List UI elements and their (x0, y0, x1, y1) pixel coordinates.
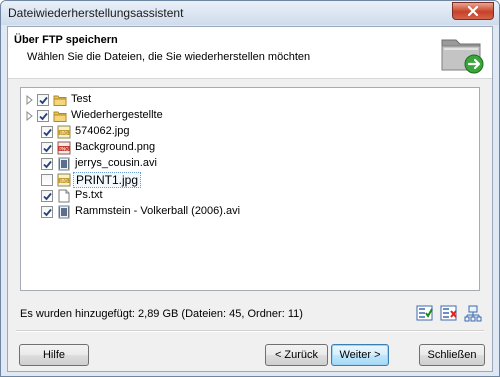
expand-arrow-icon[interactable] (26, 111, 34, 121)
tree-checkbox[interactable] (41, 190, 53, 202)
checkmark-icon (43, 128, 52, 137)
tree-row-folder[interactable]: Test (21, 92, 321, 108)
tree-row-file-selected[interactable]: JPG PRINT1.jpg (21, 172, 321, 188)
svg-text:PNG: PNG (59, 146, 69, 152)
page-subtitle: Wählen Sie die Dateien, die Sie wiederhe… (27, 51, 311, 63)
folder-icon (53, 111, 67, 122)
status-text: Es wurden hinzugefügt: 2,89 GB (Dateien:… (20, 308, 303, 320)
filter-icon[interactable] (464, 305, 482, 322)
tree-item-label: Wiederhergestellte (71, 109, 163, 121)
tree-row-file[interactable]: JPG 574062.jpg (21, 124, 321, 140)
title-bar[interactable]: Dateiwiederherstellungsassistent (1, 1, 499, 25)
tree-checkbox[interactable] (41, 206, 53, 218)
next-button[interactable]: Weiter > (331, 344, 389, 366)
svg-text:JPG: JPG (59, 130, 68, 136)
page-title: Über FTP speichern (14, 34, 118, 46)
folder-icon (53, 95, 67, 106)
tree-item-label: PRINT1.jpg (73, 172, 142, 188)
tree-row-file[interactable]: Rammstein - Volkerball (2006).avi (21, 204, 321, 220)
file-tree[interactable]: Test Wiederhergestellte JPG 574062.jpg P… (20, 87, 480, 291)
checkmark-icon (43, 144, 52, 153)
tree-row-file[interactable]: Ps.txt (21, 188, 321, 204)
tree-checkbox[interactable] (41, 142, 53, 154)
tree-row-file[interactable]: PNG Background.png (21, 140, 321, 156)
wizard-body: Über FTP speichern Wählen Sie die Dateie… (7, 26, 493, 372)
close-icon (467, 5, 479, 17)
window-close-button[interactable] (452, 2, 494, 20)
check-all-icon[interactable] (416, 305, 434, 322)
checkmark-icon (39, 96, 48, 105)
tree-item-label: Rammstein - Volkerball (2006).avi (75, 205, 241, 217)
tree-row-folder[interactable]: Wiederhergestellte (21, 108, 321, 124)
tree-checkbox[interactable] (41, 126, 53, 138)
window-title: Dateiwiederherstellungsassistent (8, 6, 184, 20)
tree-checkbox[interactable] (41, 158, 53, 170)
checkmark-icon (43, 208, 52, 217)
tree-item-label: jerrys_cousin.avi (75, 157, 157, 169)
png-file-icon: PNG (57, 141, 71, 155)
uncheck-all-icon[interactable] (440, 305, 458, 322)
checkmark-icon (43, 192, 52, 201)
back-button[interactable]: < Zurück (265, 344, 328, 366)
ftp-folder-icon (441, 39, 484, 74)
svg-text:JPG: JPG (59, 178, 68, 184)
tree-checkbox[interactable] (37, 110, 49, 122)
video-file-icon (58, 205, 70, 219)
footer-divider (16, 330, 484, 332)
tree-item-label: 574062.jpg (75, 125, 130, 137)
jpg-file-icon: JPG (57, 173, 71, 187)
wizard-window: Dateiwiederherstellungsassistent Über FT… (0, 0, 500, 377)
tree-item-label: Ps.txt (75, 189, 103, 201)
close-button[interactable]: Schließen (419, 344, 485, 366)
checkmark-icon (43, 160, 52, 169)
tree-item-label: Test (71, 93, 92, 105)
tree-checkbox[interactable] (41, 174, 53, 186)
expand-arrow-icon[interactable] (26, 95, 34, 105)
tree-item-label: Background.png (75, 141, 156, 153)
video-file-icon (58, 157, 70, 171)
tree-checkbox[interactable] (37, 94, 49, 106)
text-file-icon (58, 189, 70, 203)
jpg-file-icon: JPG (57, 125, 71, 139)
wizard-header: Über FTP speichern Wählen Sie die Dateie… (8, 27, 492, 79)
help-button[interactable]: Hilfe (19, 344, 89, 366)
tree-row-file[interactable]: jerrys_cousin.avi (21, 156, 321, 172)
checkmark-icon (39, 112, 48, 121)
